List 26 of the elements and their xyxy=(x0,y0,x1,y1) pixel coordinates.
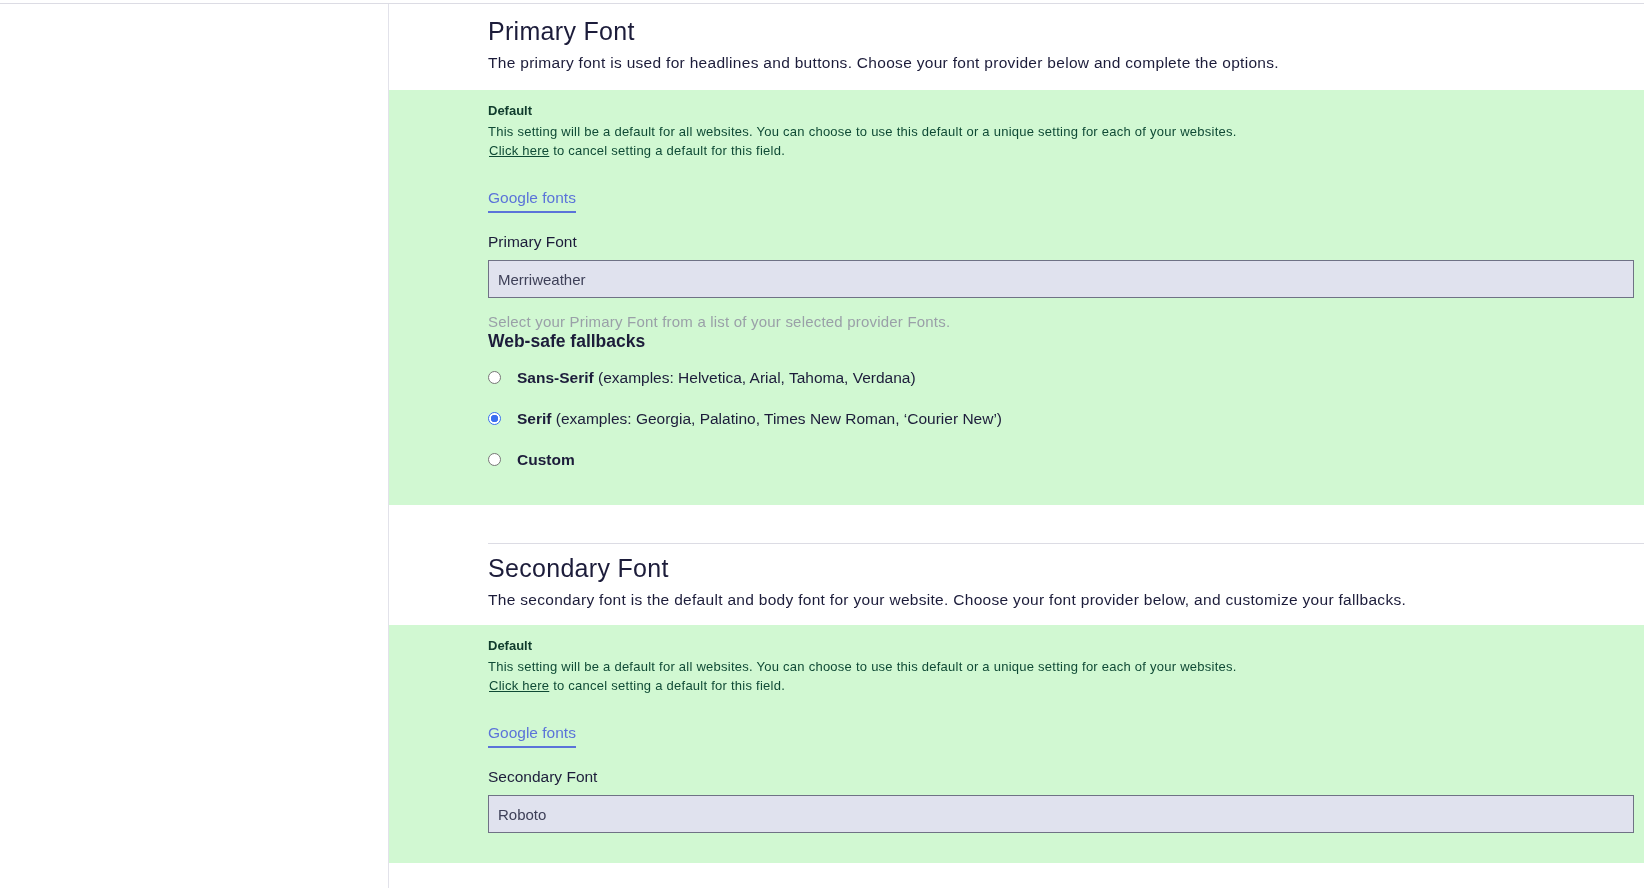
section-description: The primary font is used for headlines and buttons. Choose your font provider below and complete the options. xyxy=(488,54,1280,72)
note-text: Click here to cancel setting a default for this field. xyxy=(488,678,787,693)
note-text: This setting will be a default for all websites. You can choose to use this default or a unique setting for each of your websites. xyxy=(488,659,1238,674)
field-hint: Select your Primary Font from a list of your selected provider Fonts. xyxy=(488,313,952,330)
click-here-link[interactable]: Click here xyxy=(489,143,550,158)
note-text: This setting will be a default for all websites. You can choose to use this default or a unique setting for each of your websites. xyxy=(488,124,1238,139)
radio-button[interactable] xyxy=(488,412,501,425)
field-label: Primary Font xyxy=(488,233,578,251)
radio-label: Custom xyxy=(517,450,575,469)
fallbacks-title: Web-safe fallbacks xyxy=(488,331,647,352)
provider-tab[interactable]: Google fonts xyxy=(488,189,576,213)
radio-label: Sans-Serif (examples: Helvetica, Arial, Tahoma, Verdana) xyxy=(517,368,916,387)
note-title: Default xyxy=(488,103,534,118)
provider-tab[interactable]: Google fonts xyxy=(488,724,576,748)
radio-label: Serif (examples: Georgia, Palatino, Times New Roman, ‘Courier New’) xyxy=(517,409,1002,428)
section-title: Secondary Font xyxy=(488,554,670,583)
note-text: Click here to cancel setting a default for this field. xyxy=(488,143,787,158)
font-select-field[interactable]: Roboto xyxy=(488,795,1634,833)
click-here-link[interactable]: Click here xyxy=(489,678,550,693)
note-title: Default xyxy=(488,638,534,653)
radio-button[interactable] xyxy=(488,453,501,466)
section-title: Primary Font xyxy=(488,17,636,46)
section-description: The secondary font is the default and body font for your website. Choose your font provider below, and customize your fallbacks. xyxy=(488,591,1408,609)
font-select-field[interactable]: Merriweather xyxy=(488,260,1634,298)
radio-button[interactable] xyxy=(488,371,501,384)
field-label: Secondary Font xyxy=(488,768,599,786)
